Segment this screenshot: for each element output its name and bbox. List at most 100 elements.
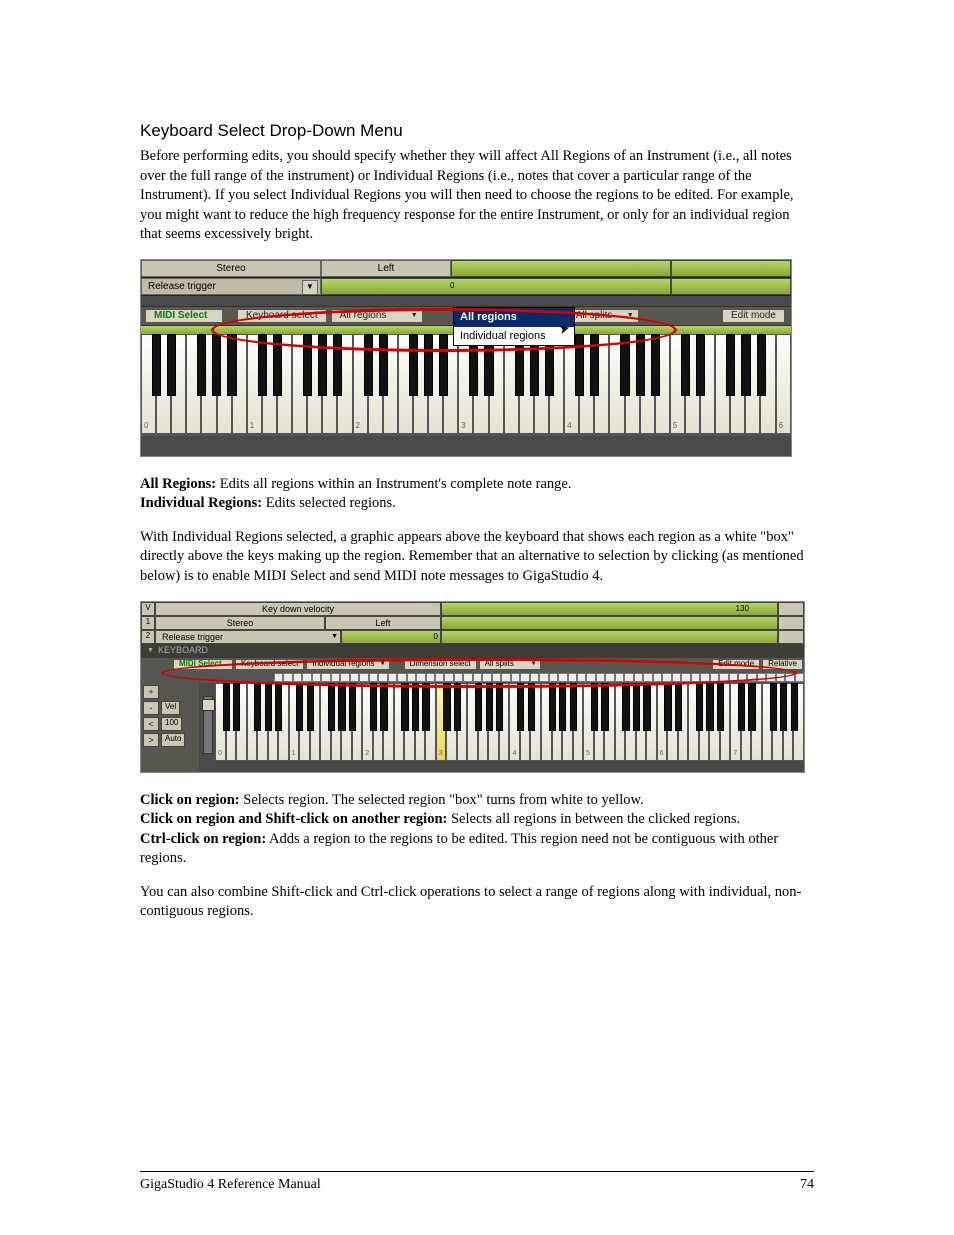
white-key[interactable] bbox=[509, 683, 520, 761]
white-key[interactable] bbox=[741, 683, 752, 761]
region-box[interactable] bbox=[388, 673, 397, 682]
white-key[interactable] bbox=[215, 683, 226, 761]
midi-select-button-2[interactable]: MIDI Select bbox=[173, 659, 233, 670]
white-key[interactable] bbox=[604, 683, 615, 761]
white-key[interactable] bbox=[467, 683, 478, 761]
release-trigger-dropdown-2[interactable]: Release trigger ▼ bbox=[155, 630, 341, 644]
white-key[interactable] bbox=[186, 334, 201, 434]
white-key[interactable] bbox=[457, 683, 468, 761]
white-key[interactable] bbox=[499, 683, 510, 761]
white-key[interactable] bbox=[504, 334, 519, 434]
white-key[interactable] bbox=[772, 683, 783, 761]
white-key[interactable] bbox=[783, 683, 794, 761]
white-key[interactable] bbox=[353, 334, 368, 434]
white-key[interactable] bbox=[720, 683, 731, 761]
white-key[interactable] bbox=[310, 683, 321, 761]
region-box[interactable] bbox=[700, 673, 709, 682]
white-key[interactable] bbox=[657, 683, 668, 761]
white-key[interactable] bbox=[776, 334, 791, 434]
region-box[interactable] bbox=[662, 673, 671, 682]
all-splits-dropdown[interactable]: All splits bbox=[567, 309, 639, 323]
white-key[interactable] bbox=[413, 334, 428, 434]
region-box[interactable] bbox=[473, 673, 482, 682]
keyboard-select-dropdown[interactable]: All regions bbox=[331, 309, 423, 323]
region-box[interactable] bbox=[729, 673, 738, 682]
white-key[interactable] bbox=[156, 334, 171, 434]
region-box[interactable] bbox=[407, 673, 416, 682]
release-strip-2b[interactable] bbox=[441, 630, 778, 644]
region-box[interactable] bbox=[596, 673, 605, 682]
white-key[interactable] bbox=[640, 334, 655, 434]
white-key[interactable] bbox=[232, 334, 247, 434]
white-key[interactable] bbox=[247, 683, 258, 761]
region-box[interactable] bbox=[293, 673, 302, 682]
velocity-strip-end[interactable] bbox=[671, 260, 791, 277]
white-key[interactable] bbox=[519, 334, 534, 434]
white-key[interactable] bbox=[341, 683, 352, 761]
piano-keyboard-2[interactable] bbox=[215, 683, 804, 773]
white-key[interactable] bbox=[217, 334, 232, 434]
individual-regions-dropdown[interactable]: Individual regions bbox=[306, 659, 389, 670]
region-box[interactable] bbox=[577, 673, 586, 682]
region-box[interactable] bbox=[568, 673, 577, 682]
white-key[interactable] bbox=[685, 334, 700, 434]
region-box[interactable] bbox=[331, 673, 340, 682]
region-box[interactable] bbox=[634, 673, 643, 682]
region-box[interactable] bbox=[378, 673, 387, 682]
white-key[interactable] bbox=[699, 683, 710, 761]
white-key[interactable] bbox=[352, 683, 363, 761]
white-key[interactable] bbox=[520, 683, 531, 761]
white-key[interactable] bbox=[368, 334, 383, 434]
vel-slider[interactable] bbox=[203, 696, 213, 754]
white-key[interactable] bbox=[262, 334, 277, 434]
row-v-box[interactable]: V bbox=[141, 602, 155, 616]
region-box[interactable] bbox=[558, 673, 567, 682]
region-box[interactable] bbox=[530, 673, 539, 682]
keyboard-section-header[interactable]: ▼ KEYBOARD bbox=[141, 644, 804, 658]
white-key[interactable] bbox=[373, 683, 384, 761]
row-2-box[interactable]: 2 bbox=[141, 630, 155, 644]
white-key[interactable] bbox=[730, 683, 741, 761]
region-box[interactable] bbox=[624, 673, 633, 682]
region-boxes-strip[interactable] bbox=[141, 672, 804, 683]
white-key[interactable] bbox=[594, 334, 609, 434]
region-box[interactable] bbox=[615, 673, 624, 682]
white-key[interactable] bbox=[646, 683, 657, 761]
white-key[interactable] bbox=[141, 334, 156, 434]
region-box[interactable] bbox=[426, 673, 435, 682]
end-box-2[interactable] bbox=[778, 630, 804, 644]
white-key[interactable] bbox=[688, 683, 699, 761]
region-box[interactable] bbox=[691, 673, 700, 682]
white-key[interactable] bbox=[478, 683, 489, 761]
gt-button[interactable]: > bbox=[143, 733, 159, 747]
white-key[interactable] bbox=[473, 334, 488, 434]
white-key[interactable] bbox=[458, 334, 473, 434]
white-key[interactable] bbox=[247, 334, 262, 434]
white-key[interactable] bbox=[236, 683, 247, 761]
white-key[interactable] bbox=[289, 683, 300, 761]
white-key[interactable] bbox=[226, 683, 237, 761]
white-key[interactable] bbox=[362, 683, 373, 761]
white-key[interactable] bbox=[292, 334, 307, 434]
white-key[interactable] bbox=[670, 334, 685, 434]
region-box[interactable] bbox=[312, 673, 321, 682]
white-key[interactable] bbox=[625, 334, 640, 434]
white-key[interactable] bbox=[337, 334, 352, 434]
white-key[interactable] bbox=[709, 683, 720, 761]
region-box[interactable] bbox=[766, 673, 775, 682]
white-key[interactable] bbox=[636, 683, 647, 761]
white-key[interactable] bbox=[320, 683, 331, 761]
popup-option-all-regions[interactable]: All regions bbox=[454, 308, 574, 327]
midi-select-button[interactable]: MIDI Select bbox=[145, 309, 223, 323]
region-box[interactable] bbox=[539, 673, 548, 682]
white-key[interactable] bbox=[488, 683, 499, 761]
edit-mode-button[interactable]: Edit mode bbox=[722, 309, 785, 323]
white-key[interactable] bbox=[307, 334, 322, 434]
release-strip[interactable]: 0 bbox=[321, 278, 671, 295]
white-key[interactable] bbox=[562, 683, 573, 761]
region-box[interactable] bbox=[397, 673, 406, 682]
white-key[interactable] bbox=[609, 334, 624, 434]
white-key[interactable] bbox=[446, 683, 457, 761]
region-box[interactable] bbox=[283, 673, 292, 682]
region-box[interactable] bbox=[710, 673, 719, 682]
